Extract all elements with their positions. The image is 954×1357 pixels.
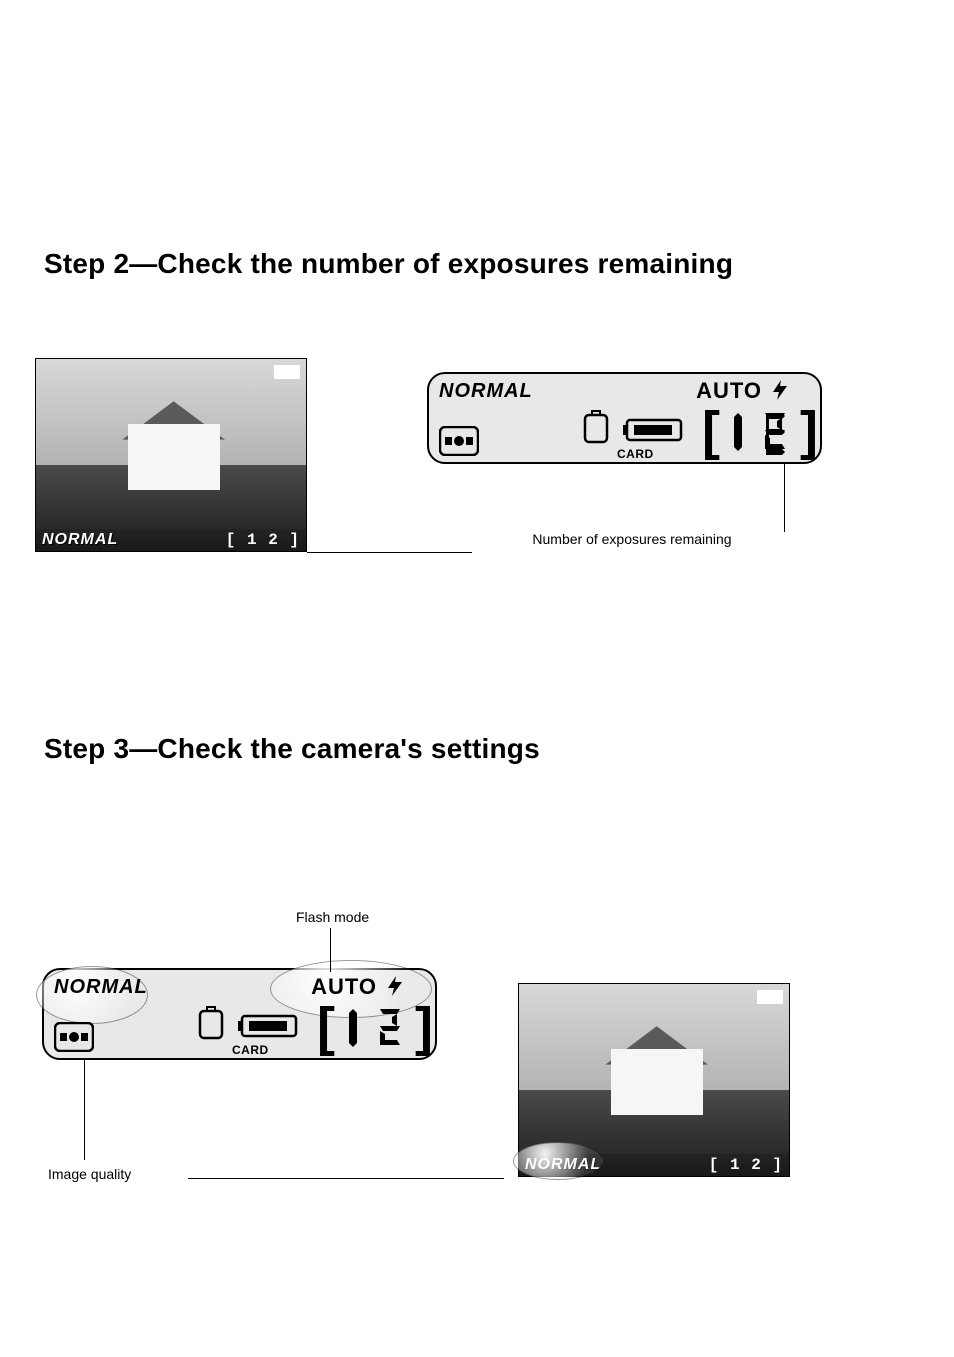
- memory-card-icon: [622, 416, 686, 444]
- memory-card-icon: [237, 1012, 301, 1040]
- step3-heading: Step 3—Check the camera's settings: [44, 733, 540, 765]
- monitor-preview: NORMAL [ 1 2 ]: [518, 983, 790, 1177]
- metering-icon: [439, 426, 479, 456]
- control-panel: NORMAL AUTO CARD [ ]: [42, 968, 437, 1060]
- cp-quality-label: NORMAL: [54, 976, 148, 999]
- leader-line: [784, 464, 785, 532]
- cp-card-label: CARD: [617, 447, 654, 461]
- metering-icon: [54, 1022, 94, 1052]
- monitor-quality-label: NORMAL: [525, 1156, 601, 1174]
- cp-exposure-digits: [722, 406, 792, 456]
- cp-quality-label: NORMAL: [439, 380, 533, 403]
- monitor-top-indicator: [757, 990, 783, 1004]
- leader-line: [188, 1178, 504, 1179]
- callout-flash-mode: Flash mode: [296, 908, 369, 926]
- battery-icon: [197, 1006, 225, 1040]
- leader-line: [307, 552, 472, 553]
- monitor-quality-label: NORMAL: [42, 531, 118, 549]
- monitor-top-indicator: [274, 365, 300, 379]
- leader-line: [84, 1060, 85, 1160]
- monitor-preview: NORMAL [ 1 2 ]: [35, 358, 307, 552]
- flash-icon: [383, 974, 407, 998]
- cp-open-bracket: [: [317, 1000, 335, 1054]
- control-panel: NORMAL AUTO CARD [ ]: [427, 372, 822, 464]
- battery-icon: [582, 410, 610, 444]
- monitor-exposures-label: [ 1 2 ]: [226, 531, 300, 549]
- cp-open-bracket: [: [702, 404, 720, 458]
- flash-icon: [768, 378, 792, 402]
- cp-close-bracket: ]: [415, 1000, 433, 1054]
- cp-card-label: CARD: [232, 1043, 269, 1057]
- cp-close-bracket: ]: [800, 404, 818, 458]
- step2-heading: Step 2—Check the number of exposures rem…: [44, 248, 733, 280]
- callout-exposures-remaining: Number of exposures remaining: [472, 530, 792, 548]
- callout-image-quality: Image quality: [48, 1165, 131, 1183]
- monitor-exposures-label: [ 1 2 ]: [709, 1156, 783, 1174]
- leader-line: [330, 928, 331, 972]
- cp-exposure-digits: [337, 1002, 407, 1052]
